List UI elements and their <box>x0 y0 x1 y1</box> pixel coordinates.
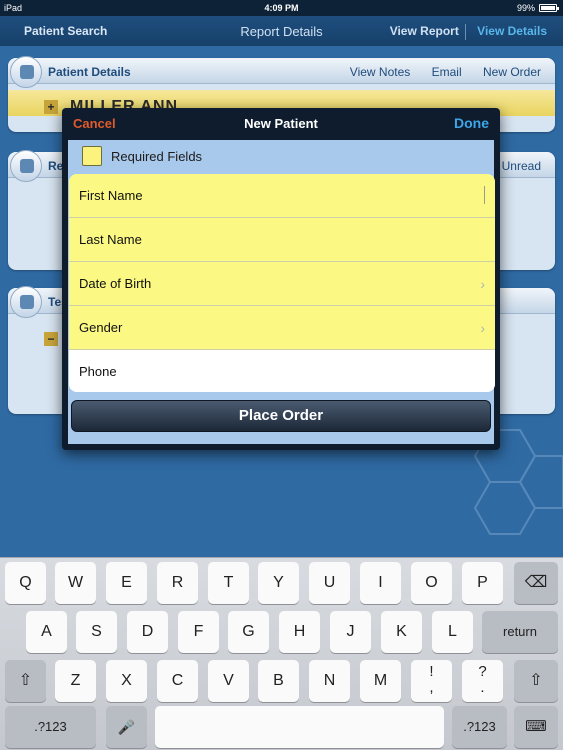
key-k[interactable]: K <box>381 611 422 653</box>
key-d[interactable]: D <box>127 611 168 653</box>
status-bar: iPad 4:09 PM 99% <box>0 0 563 16</box>
key-a[interactable]: A <box>26 611 67 653</box>
key-h[interactable]: H <box>279 611 320 653</box>
view-report-tab[interactable]: View Report <box>390 24 459 38</box>
key-g[interactable]: G <box>228 611 269 653</box>
microphone-icon[interactable]: 🎤 <box>106 706 147 748</box>
date-of-birth-field[interactable]: Date of Birth › <box>69 262 495 306</box>
date-of-birth-label: Date of Birth <box>79 276 152 291</box>
key-j[interactable]: J <box>330 611 371 653</box>
person-icon <box>10 56 42 88</box>
key-z[interactable]: Z <box>55 660 96 702</box>
on-screen-keyboard: Q W E R T Y U I O P ⌫ A S D F G H J K L … <box>0 557 563 750</box>
status-time: 4:09 PM <box>264 3 299 13</box>
expand-button[interactable]: + <box>44 100 58 114</box>
key-r[interactable]: R <box>157 562 198 604</box>
first-name-label: First Name <box>79 188 143 203</box>
patient-details-links: View Notes Email New Order <box>332 65 541 79</box>
gender-field[interactable]: Gender › <box>69 306 495 350</box>
key-m[interactable]: M <box>360 660 401 702</box>
nav-right-group: View Report View Details <box>382 24 547 40</box>
collapse-button[interactable]: − <box>44 332 58 346</box>
return-key[interactable]: return <box>482 611 558 653</box>
gender-label: Gender <box>79 320 123 335</box>
key-t[interactable]: T <box>208 562 249 604</box>
chart-icon <box>10 286 42 318</box>
key-f[interactable]: F <box>178 611 219 653</box>
patient-details-title: Patient Details <box>48 65 131 79</box>
first-name-field[interactable]: First Name <box>69 174 495 218</box>
battery-level-fill <box>541 6 555 10</box>
key-s[interactable]: S <box>76 611 117 653</box>
new-patient-modal: Cancel New Patient Done Required Fields … <box>62 108 500 450</box>
modal-title: New Patient <box>244 116 318 131</box>
key-exclaim-comma[interactable]: ! , <box>411 660 452 702</box>
period-label: . <box>480 679 485 696</box>
done-button[interactable]: Done <box>454 115 489 131</box>
chevron-right-icon: › <box>480 320 485 336</box>
key-u[interactable]: U <box>309 562 350 604</box>
required-legend-label: Required Fields <box>111 149 203 164</box>
shift-icon[interactable]: ⇧ <box>5 660 46 702</box>
modal-body: Required Fields First Name Last Name Dat… <box>68 140 495 444</box>
last-name-label: Last Name <box>79 232 142 247</box>
shift-icon[interactable]: ⇧ <box>514 660 558 702</box>
hide-keyboard-icon[interactable]: ⌨ <box>514 706 558 748</box>
view-details-tab[interactable]: View Details <box>477 24 547 38</box>
nav-bar: Patient Search Report Details View Repor… <box>0 16 563 46</box>
exclaim-label: ! <box>429 663 434 680</box>
chevron-right-icon: › <box>480 276 485 292</box>
backspace-icon[interactable]: ⌫ <box>514 562 558 604</box>
key-y[interactable]: Y <box>258 562 299 604</box>
required-swatch <box>82 146 102 166</box>
space-bar[interactable] <box>155 706 444 748</box>
key-v[interactable]: V <box>208 660 249 702</box>
place-order-button[interactable]: Place Order <box>71 400 491 432</box>
key-b[interactable]: B <box>258 660 299 702</box>
key-o[interactable]: O <box>411 562 452 604</box>
key-question-period[interactable]: ? . <box>462 660 503 702</box>
key-i[interactable]: I <box>360 562 401 604</box>
new-order-link[interactable]: New Order <box>483 65 541 79</box>
report-icon <box>10 150 42 182</box>
last-name-field[interactable]: Last Name <box>69 218 495 262</box>
text-cursor <box>484 186 485 204</box>
nav-divider <box>464 24 466 40</box>
key-c[interactable]: C <box>157 660 198 702</box>
key-w[interactable]: W <box>55 562 96 604</box>
phone-label: Phone <box>79 364 117 379</box>
numbers-key[interactable]: .?123 <box>452 706 507 748</box>
key-n[interactable]: N <box>309 660 350 702</box>
numbers-key[interactable]: .?123 <box>5 706 96 748</box>
key-l[interactable]: L <box>432 611 473 653</box>
key-q[interactable]: Q <box>5 562 46 604</box>
battery-icon <box>539 4 559 12</box>
modal-header: Cancel New Patient Done <box>62 108 500 138</box>
view-notes-link[interactable]: View Notes <box>350 65 410 79</box>
key-x[interactable]: X <box>106 660 147 702</box>
battery-percent: 99% <box>516 3 535 13</box>
patient-details-header: Patient Details View Notes Email New Ord… <box>8 56 555 88</box>
key-p[interactable]: P <box>462 562 503 604</box>
phone-field[interactable]: Phone <box>69 350 495 392</box>
email-link[interactable]: Email <box>432 65 462 79</box>
comma-label: , <box>429 679 434 696</box>
unread-filter[interactable]: Unread <box>502 159 541 173</box>
key-e[interactable]: E <box>106 562 147 604</box>
patient-form: First Name Last Name Date of Birth › Gen… <box>69 174 495 392</box>
question-label: ? <box>478 663 487 680</box>
